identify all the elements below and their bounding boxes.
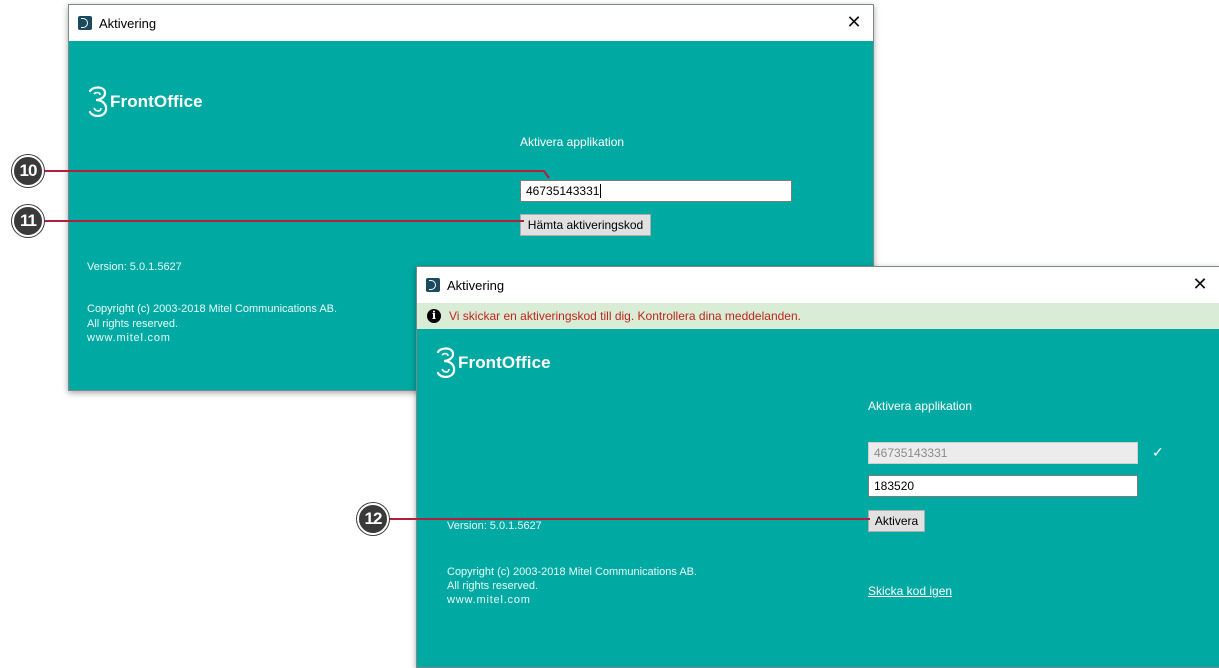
window-title: Aktivering	[447, 277, 505, 293]
callout-badge-11: 11	[12, 205, 44, 237]
title-bar: Aktivering ✕	[69, 5, 873, 41]
rights-label: All rights reserved.	[447, 580, 539, 592]
copyright-label: Copyright (c) 2003-2018 Mitel Communicat…	[87, 303, 338, 315]
phone-number-input[interactable]: 46735143331	[520, 180, 792, 202]
phone-number-value: 46735143331	[526, 184, 600, 198]
frontoffice-logo: FrontOffice	[87, 85, 203, 119]
logo-text: FrontOffice	[458, 353, 551, 372]
info-icon: i	[427, 309, 441, 323]
text-cursor	[600, 184, 602, 198]
three-logo-icon	[426, 278, 440, 292]
activate-button[interactable]: Aktivera	[868, 510, 925, 532]
close-icon[interactable]: ✕	[1189, 273, 1211, 295]
version-label: Version: 5.0.1.5627	[87, 261, 182, 273]
checkmark-icon: ✓	[1152, 444, 1164, 460]
activation-window-2: Aktivering ✕ i Vi skickar en aktiverings…	[416, 266, 1219, 668]
three-logo-icon	[436, 347, 456, 378]
copyright-label: Copyright (c) 2003-2018 Mitel Communicat…	[447, 566, 698, 578]
resend-code-link[interactable]: Skicka kod igen	[868, 584, 952, 598]
info-bar: i Vi skickar en aktiveringskod till dig.…	[417, 303, 1219, 329]
three-logo-icon	[88, 86, 108, 117]
close-icon[interactable]: ✕	[843, 11, 865, 33]
three-logo-icon	[78, 16, 92, 30]
website-label: www.mitel.com	[87, 332, 171, 344]
frontoffice-logo: FrontOffice	[435, 346, 551, 380]
activation-code-input[interactable]: 183520	[868, 475, 1138, 497]
version-label: Version: 5.0.1.5627	[447, 520, 542, 532]
activate-heading: Aktivera applikation	[868, 399, 973, 413]
window-title: Aktivering	[99, 15, 157, 31]
rights-label: All rights reserved.	[87, 318, 179, 330]
callout-badge-10: 10	[12, 155, 44, 187]
activate-heading: Aktivera applikation	[520, 135, 625, 149]
fetch-activation-code-button[interactable]: Hämta aktiveringskod	[520, 214, 651, 236]
phone-number-input: 46735143331	[868, 442, 1138, 464]
info-message: Vi skickar en aktiveringskod till dig. K…	[449, 309, 801, 323]
logo-text: FrontOffice	[110, 92, 203, 111]
website-label: www.mitel.com	[447, 594, 531, 606]
callout-badge-12: 12	[357, 503, 389, 535]
title-bar: Aktivering ✕	[417, 267, 1219, 303]
